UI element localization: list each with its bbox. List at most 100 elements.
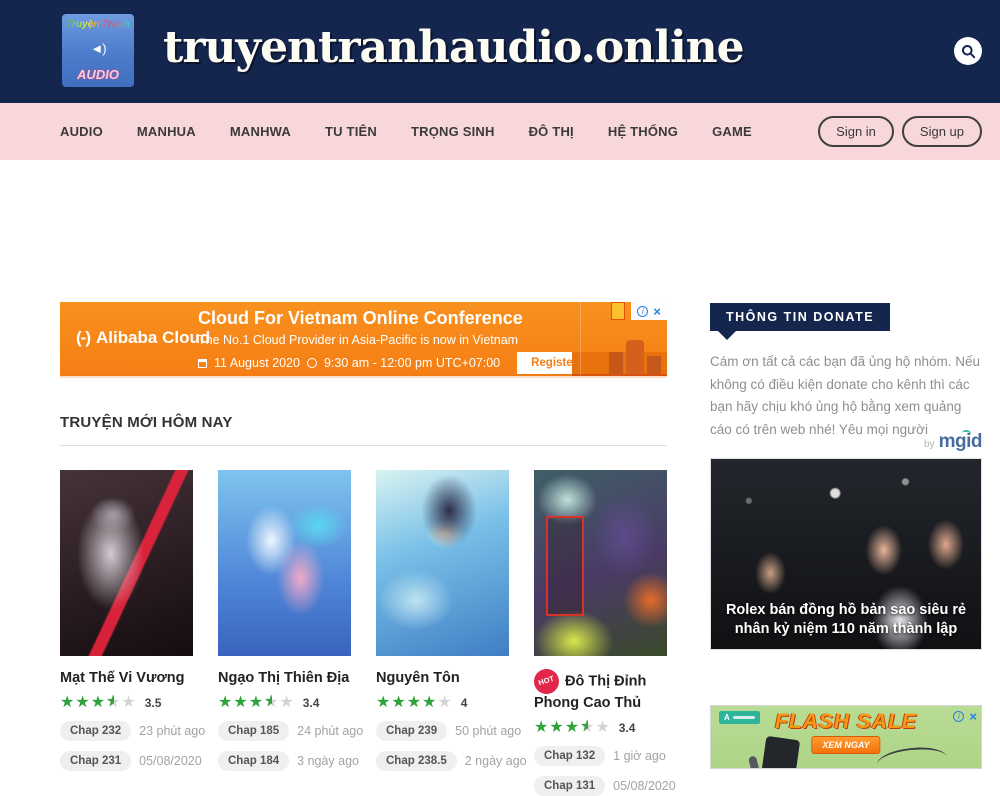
native-ad-caption: Rolex bán đồng hồ bản sao siêu rẻ nhân k… [711, 601, 981, 639]
mgid-attribution[interactable]: by mgid [924, 431, 982, 453]
nav-item-do-thi[interactable]: ĐÔ THỊ [529, 124, 574, 139]
chapter-time: 24 phút ago [297, 724, 363, 738]
ad-info-icon[interactable]: i [953, 711, 964, 722]
star-rating: ★★★★★ [376, 695, 453, 711]
chapter-link[interactable]: Chap 185 [218, 721, 289, 741]
site-title[interactable]: truyentranhaudio.online [163, 22, 744, 73]
chapter-row: Chap 132 1 giờ ago [534, 746, 667, 766]
logo-text-top: Truyện Tranh [66, 19, 130, 30]
nav-item-audio[interactable]: AUDIO [60, 124, 103, 139]
ad-time: 9:30 am - 12:00 pm UTC+07:00 [324, 356, 500, 370]
calendar-icon [198, 359, 207, 368]
comic-cover[interactable] [60, 470, 193, 656]
chapter-row: Chap 184 3 ngày ago [218, 751, 351, 771]
ad-close-icon[interactable]: × [653, 305, 661, 318]
auth-buttons: Sign in Sign up [818, 116, 982, 147]
comic-title[interactable]: Ngạo Thị Thiên Địa [218, 669, 351, 689]
main-nav: AUDIO MANHUA MANHWA TU TIÊN TRỌNG SINH Đ… [0, 103, 1000, 160]
phone-illustration [760, 736, 800, 769]
chapter-time: 05/08/2020 [613, 779, 676, 793]
comic-cover[interactable] [534, 470, 667, 656]
chapter-row: Chap 232 23 phút ago [60, 721, 193, 741]
chapter-time: 50 phút ago [455, 724, 521, 738]
chapter-time: 23 phút ago [139, 724, 205, 738]
chapter-link[interactable]: Chap 231 [60, 751, 131, 771]
search-button[interactable] [954, 37, 982, 65]
speaker-icon: ◄) [90, 42, 105, 55]
star-rating: ★★★★★★ [218, 695, 295, 711]
chapter-link[interactable]: Chap 232 [60, 721, 131, 741]
cable-illustration [876, 744, 948, 769]
nav-item-he-thong[interactable]: HỆ THỐNG [608, 124, 678, 139]
sidebar: THÔNG TIN DONATE Cám ơn tất cả các bạn đ… [710, 303, 982, 766]
rating-row: ★★★★★★ 3.4 [218, 695, 351, 711]
alibaba-ad-banner[interactable]: (-) Alibaba Cloud Cloud For Vietnam Onli… [60, 302, 667, 378]
chapter-link[interactable]: Chap 239 [376, 721, 447, 741]
chapter-link[interactable]: Chap 238.5 [376, 751, 457, 771]
mgid-logo: mgid [939, 431, 982, 453]
ad-info-icon[interactable]: i [637, 306, 648, 317]
comic-card: Mạt Thế Vi Vương ★★★★★★ 3.5 Chap 232 23 … [60, 470, 193, 796]
ad-subtitle: The No.1 Cloud Provider in Asia-Pacific … [198, 333, 523, 347]
xem-ngay-button[interactable]: XEM NGAY [811, 736, 880, 754]
star-rating: ★★★★★★ [534, 720, 611, 736]
comic-title[interactable]: HOTĐô Thị Đỉnh Phong Cao Thủ [534, 669, 667, 714]
chapter-link[interactable]: Chap 184 [218, 751, 289, 771]
site-logo[interactable]: Truyện Tranh ◄) AUDIO [62, 14, 134, 87]
header: Truyện Tranh ◄) AUDIO truyentranhaudio.o… [0, 0, 1000, 103]
chapter-time: 05/08/2020 [139, 754, 202, 768]
ad-controls: i × [631, 302, 667, 320]
nav-links: AUDIO MANHUA MANHWA TU TIÊN TRỌNG SINH Đ… [60, 124, 752, 139]
ad-meta: 11 August 2020 9:30 am - 12:00 pm UTC+07… [198, 352, 619, 374]
section-title: TRUYỆN MỚI HÔM NAY [60, 414, 667, 431]
donate-text: Cám ơn tất cả các bạn đã ủng hộ nhóm. Nế… [710, 351, 982, 442]
chapter-time: 1 giờ ago [613, 749, 666, 763]
mgid-by-label: by [924, 439, 935, 450]
nav-item-game[interactable]: GAME [712, 124, 752, 139]
ad-date: 11 August 2020 [214, 356, 300, 370]
comic-card: HOTĐô Thị Đỉnh Phong Cao Thủ ★★★★★★ 3.4 … [534, 470, 667, 796]
nav-item-manhwa[interactable]: MANHWA [230, 124, 291, 139]
nav-item-tu-tien[interactable]: TU TIÊN [325, 124, 377, 139]
hot-badge: HOT [531, 666, 563, 698]
nav-item-trong-sinh[interactable]: TRỌNG SINH [411, 124, 495, 139]
chapter-row: Chap 239 50 phút ago [376, 721, 509, 741]
section-divider [60, 445, 667, 446]
rating-value: 3.4 [619, 721, 636, 735]
comic-cover[interactable] [218, 470, 351, 656]
chapter-time: 3 ngày ago [297, 754, 359, 768]
donate-heading: THÔNG TIN DONATE [710, 303, 890, 331]
flash-sale-ad[interactable]: A FLASH SALE XEM NGAY i × [710, 705, 982, 769]
ad-close-icon[interactable]: × [969, 710, 977, 723]
comic-cover[interactable] [376, 470, 509, 656]
alibaba-cloud-icon: (-) [76, 328, 90, 348]
nav-item-manhua[interactable]: MANHUA [137, 124, 196, 139]
rating-value: 3.4 [303, 696, 320, 710]
main-column: (-) Alibaba Cloud Cloud For Vietnam Onli… [60, 302, 667, 796]
comic-title[interactable]: Mạt Thế Vi Vương [60, 669, 193, 689]
comic-card: Nguyên Tôn ★★★★★ 4 Chap 239 50 phút ago … [376, 470, 509, 796]
comic-title[interactable]: Nguyên Tôn [376, 669, 509, 689]
rating-row: ★★★★★★ 3.4 [534, 720, 667, 736]
chapter-row: Chap 131 05/08/2020 [534, 776, 667, 796]
ad-controls: i × [953, 710, 977, 723]
search-icon [961, 44, 976, 59]
comic-grid: Mạt Thế Vi Vương ★★★★★★ 3.5 Chap 232 23 … [60, 470, 667, 796]
flash-sale-title: FLASH SALE [711, 710, 981, 734]
sign-in-button[interactable]: Sign in [818, 116, 894, 147]
chapter-row: Chap 231 05/08/2020 [60, 751, 193, 771]
rating-row: ★★★★★★ 3.5 [60, 695, 193, 711]
buildings-illustration [609, 340, 661, 374]
native-ad[interactable]: Rolex bán đồng hồ bản sao siêu rẻ nhân k… [710, 458, 982, 650]
flag-illustration [611, 302, 625, 320]
chapter-link[interactable]: Chap 132 [534, 746, 605, 766]
ad-title: Cloud For Vietnam Online Conference [198, 308, 523, 329]
chapter-row: Chap 185 24 phút ago [218, 721, 351, 741]
chapter-link[interactable]: Chap 131 [534, 776, 605, 796]
chapter-row: Chap 238.5 2 ngày ago [376, 751, 509, 771]
ad-copy: Cloud For Vietnam Online Conference The … [198, 308, 523, 347]
microphone-illustration [748, 755, 762, 769]
rating-row: ★★★★★ 4 [376, 695, 509, 711]
clock-icon [307, 358, 317, 368]
sign-up-button[interactable]: Sign up [902, 116, 982, 147]
